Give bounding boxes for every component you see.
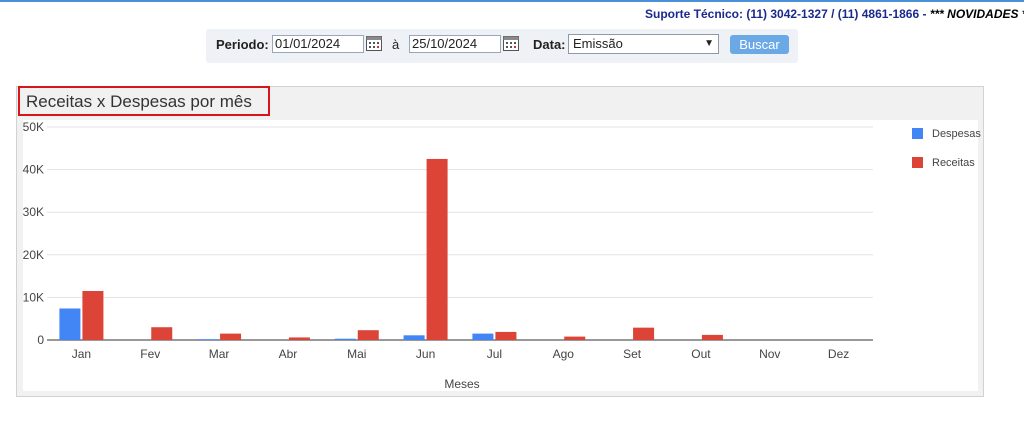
y-tick-label: 20K <box>23 248 44 262</box>
bar-receitas-abr[interactable] <box>288 337 310 340</box>
x-tick-label: Nov <box>759 347 780 361</box>
x-tick-label: Out <box>691 347 711 361</box>
legend-swatch-despesas <box>912 128 923 139</box>
x-tick-label: Mai <box>347 347 366 361</box>
x-tick-label: Ago <box>553 347 575 361</box>
bar-receitas-fev[interactable] <box>151 327 173 340</box>
revenue-expense-chart: 0 10K 20K 30K 40K 50K Jan Fev Mar Abr Mai Jun Jul Ag… <box>23 120 981 391</box>
x-axis-label: Meses <box>444 377 479 391</box>
legend-label-receitas: Receitas <box>932 157 975 169</box>
x-tick-label: Abr <box>279 347 298 361</box>
bar-receitas-mai[interactable] <box>357 330 379 340</box>
y-tick-label: 50K <box>23 120 44 134</box>
bar-receitas-set[interactable] <box>633 327 655 340</box>
y-tick-label: 30K <box>23 205 44 219</box>
x-tick-label: Set <box>623 347 642 361</box>
y-tick-label: 40K <box>23 163 44 177</box>
legend-label-despesas: Despesas <box>932 128 981 140</box>
x-tick-label: Jul <box>487 347 502 361</box>
x-tick-label: Jan <box>72 347 91 361</box>
x-tick-label: Dez <box>828 347 849 361</box>
bar-despesas-mar[interactable] <box>197 339 219 340</box>
legend-swatch-receitas <box>912 157 923 168</box>
chart-title: Receitas x Despesas por mês <box>26 92 252 111</box>
bar-despesas-jan[interactable] <box>59 308 81 340</box>
x-tick-label: Jun <box>416 347 435 361</box>
x-tick-label: Fev <box>140 347 160 361</box>
bar-despesas-mai[interactable] <box>334 338 356 340</box>
bar-receitas-ago[interactable] <box>564 336 586 340</box>
bar-despesas-jun[interactable] <box>403 335 425 340</box>
x-tick-label: Mar <box>209 347 230 361</box>
bar-receitas-jan[interactable] <box>82 291 104 340</box>
bar-receitas-jul[interactable] <box>495 331 517 340</box>
bar-despesas-jul[interactable] <box>472 333 494 340</box>
y-tick-label: 10K <box>23 290 44 304</box>
y-tick-label: 0 <box>37 333 44 347</box>
bar-receitas-out[interactable] <box>701 334 723 340</box>
bar-receitas-jun[interactable] <box>426 158 448 340</box>
bar-receitas-mar[interactable] <box>220 333 242 340</box>
